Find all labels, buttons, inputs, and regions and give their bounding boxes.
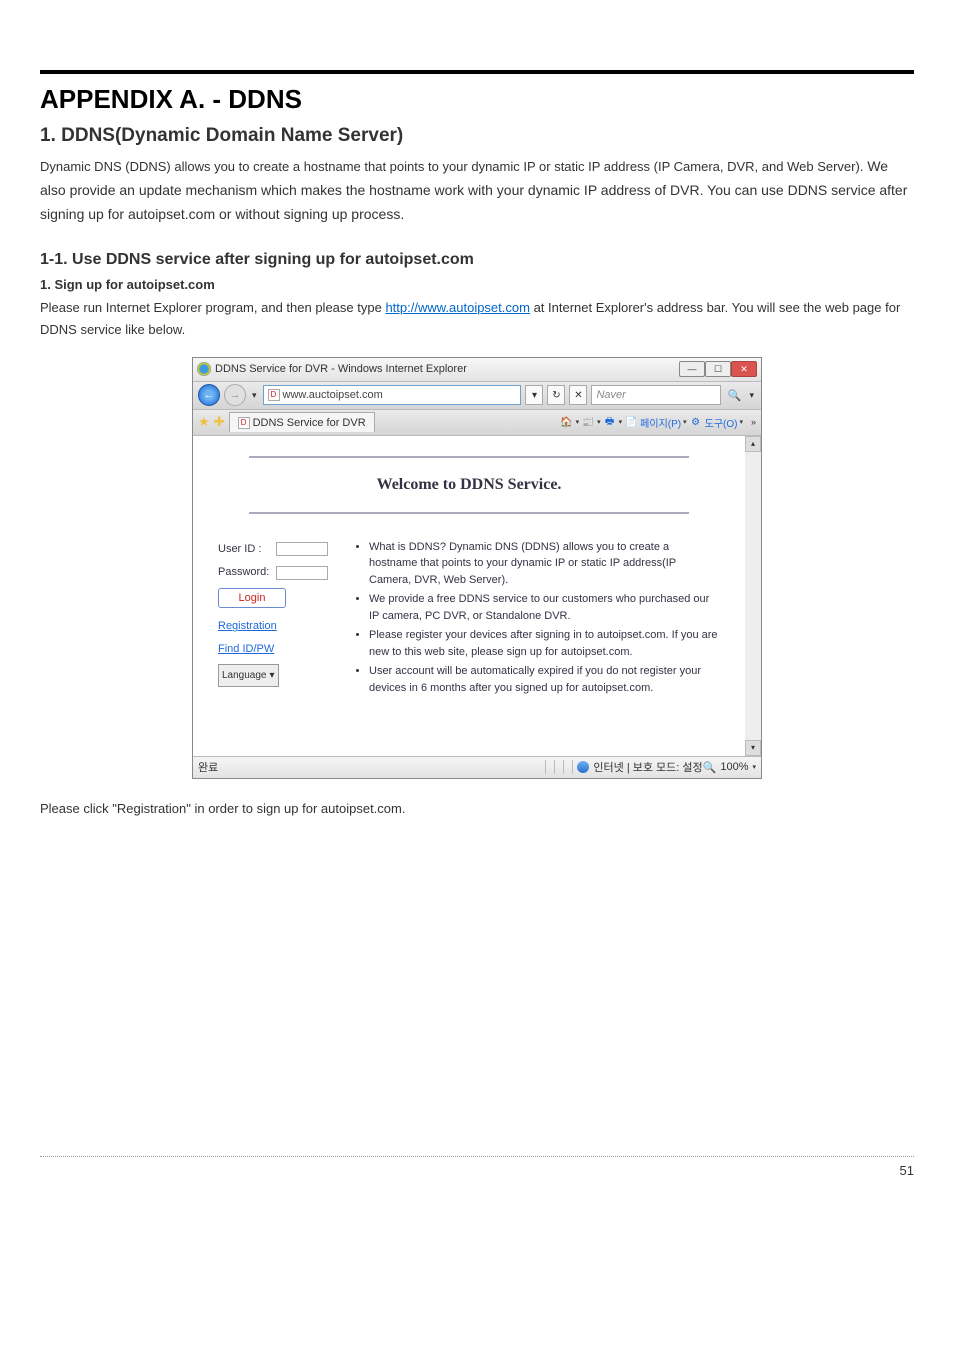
find-idpw-link[interactable]: Find ID/PW — [218, 639, 333, 660]
browser-navbar: ← → ▾ www.auctoipset.com ▾ ↻ ✕ Naver 🔍 ▾ — [193, 382, 761, 410]
chevron-down-icon: ▾ — [270, 666, 275, 685]
browser-statusbar: 완료 인터넷 | 보호 모드: 설정 🔍 100% ▾ — [193, 756, 761, 778]
status-zone-text: 인터넷 | 보호 모드: 설정 — [593, 759, 702, 775]
userid-row: User ID : — [218, 539, 333, 560]
tab-title: DDNS Service for DVR — [253, 417, 366, 429]
home-dropdown[interactable]: ▾ — [576, 418, 580, 426]
status-separator — [563, 760, 564, 774]
password-input[interactable] — [276, 566, 328, 580]
top-rule — [40, 70, 914, 74]
tools-icon: ⚙ — [689, 415, 703, 429]
status-done: 완료 — [198, 759, 541, 775]
search-placeholder: Naver — [596, 389, 625, 401]
address-bar[interactable]: www.auctoipset.com — [263, 385, 522, 405]
print-icon[interactable]: 🖶 — [603, 415, 617, 429]
subsection-title: 1-1. Use DDNS service after signing up f… — [40, 251, 914, 269]
tab-favicon-icon — [238, 417, 250, 429]
appendix-title: APPENDIX A. - DDNS — [40, 84, 914, 115]
section-title: 1. DDNS(Dynamic Domain Name Server) — [40, 125, 914, 147]
status-separator — [572, 760, 573, 774]
browser-viewport: ▴ ▾ Welcome to DDNS Service. User ID : P… — [193, 436, 761, 756]
step1-before: Please run Internet Explorer program, an… — [40, 300, 385, 315]
welcome-title: Welcome to DDNS Service. — [249, 476, 689, 494]
page-number: 51 — [900, 1163, 914, 1178]
description-list: What is DDNS? Dynamic DNS (DDNS) allows … — [353, 539, 720, 697]
scroll-up-button[interactable]: ▴ — [745, 436, 761, 452]
add-favorites-icon[interactable]: ✚ — [214, 414, 225, 430]
window-buttons: — ☐ ✕ — [679, 361, 757, 377]
page-dropdown[interactable]: ▾ — [683, 418, 687, 426]
login-area: User ID : Password: Login Registration F… — [203, 539, 735, 700]
search-dropdown[interactable]: ▾ — [749, 390, 754, 401]
zoom-icon: 🔍 — [703, 761, 717, 774]
status-zoom[interactable]: 🔍 100% ▾ — [703, 761, 756, 774]
page-menu[interactable]: 페이지(P) — [640, 415, 681, 430]
zoom-value: 100% — [720, 761, 748, 773]
tools-menu[interactable]: 도구(O) — [705, 415, 738, 430]
back-button[interactable]: ← — [198, 384, 220, 406]
description-panel: What is DDNS? Dynamic DNS (DDNS) allows … — [353, 539, 720, 700]
internet-zone-icon — [577, 761, 589, 773]
welcome-banner: Welcome to DDNS Service. — [249, 456, 689, 514]
userid-input[interactable] — [276, 542, 328, 556]
favorites-star-icon[interactable]: ★ — [198, 414, 210, 430]
browser-tabbar: ★ ✚ DDNS Service for DVR 🏠▾ 📰▾ 🖶▾ 📄 페이지(… — [193, 410, 761, 436]
intro-first: Dynamic DNS (DDNS) allows you to create … — [40, 159, 863, 174]
browser-tab[interactable]: DDNS Service for DVR — [229, 412, 375, 432]
intro-paragraph: Dynamic DNS (DDNS) allows you to create … — [40, 155, 914, 226]
password-row: Password: — [218, 562, 333, 583]
nav-history-dropdown[interactable]: ▾ — [252, 390, 257, 401]
search-box[interactable]: Naver — [591, 385, 721, 405]
close-button[interactable]: ✕ — [731, 361, 757, 377]
titlebar-left: DDNS Service for DVR - Windows Internet … — [197, 362, 467, 376]
tabbar-left: ★ ✚ DDNS Service for DVR — [198, 412, 375, 432]
status-zone: 인터넷 | 보호 모드: 설정 — [577, 759, 702, 775]
list-item: User account will be automatically expir… — [369, 663, 720, 696]
ie-favicon-icon — [197, 362, 211, 376]
page-footer: 51 — [40, 1156, 914, 1178]
step1-text: Please run Internet Explorer program, an… — [40, 297, 914, 341]
more-commands[interactable]: » — [751, 417, 756, 427]
zoom-dropdown[interactable]: ▾ — [752, 763, 756, 771]
stop-button[interactable]: ✕ — [569, 385, 587, 405]
registration-link[interactable]: Registration — [218, 616, 333, 637]
userid-label: User ID : — [218, 539, 276, 560]
login-button[interactable]: Login — [218, 588, 286, 608]
command-bar: 🏠▾ 📰▾ 🖶▾ 📄 페이지(P)▾ ⚙ 도구(O)▾ » — [560, 415, 756, 430]
address-text: www.auctoipset.com — [283, 389, 383, 401]
refresh-button[interactable]: ↻ — [547, 385, 565, 405]
search-button[interactable]: 🔍 — [725, 385, 743, 405]
status-separator — [545, 760, 546, 774]
language-label: Language — [222, 666, 267, 685]
after-image-text: Please click "Registration" in order to … — [40, 801, 914, 816]
list-item: What is DDNS? Dynamic DNS (DDNS) allows … — [369, 539, 720, 589]
home-icon[interactable]: 🏠 — [560, 415, 574, 429]
feeds-dropdown[interactable]: ▾ — [597, 418, 601, 426]
window-title: DDNS Service for DVR - Windows Internet … — [215, 363, 467, 375]
autoipset-link[interactable]: http://www.autoipset.com — [385, 300, 530, 315]
scroll-down-button[interactable]: ▾ — [745, 740, 761, 756]
minimize-button[interactable]: — — [679, 361, 705, 377]
forward-button[interactable]: → — [224, 384, 246, 406]
site-favicon-icon — [268, 389, 280, 401]
language-select[interactable]: Language ▾ — [218, 664, 279, 687]
feeds-icon[interactable]: 📰 — [581, 415, 595, 429]
list-item: Please register your devices after signi… — [369, 627, 720, 660]
login-panel: User ID : Password: Login Registration F… — [218, 539, 333, 700]
page-icon: 📄 — [624, 415, 638, 429]
password-label: Password: — [218, 562, 276, 583]
step1-title: 1. Sign up for autoipset.com — [40, 277, 914, 292]
maximize-button[interactable]: ☐ — [705, 361, 731, 377]
print-dropdown[interactable]: ▾ — [619, 418, 623, 426]
list-item: We provide a free DDNS service to our cu… — [369, 591, 720, 624]
tools-dropdown[interactable]: ▾ — [739, 418, 743, 426]
browser-window: DDNS Service for DVR - Windows Internet … — [192, 357, 762, 779]
address-dropdown[interactable]: ▾ — [525, 385, 543, 405]
status-separator — [554, 760, 555, 774]
browser-titlebar: DDNS Service for DVR - Windows Internet … — [193, 358, 761, 382]
